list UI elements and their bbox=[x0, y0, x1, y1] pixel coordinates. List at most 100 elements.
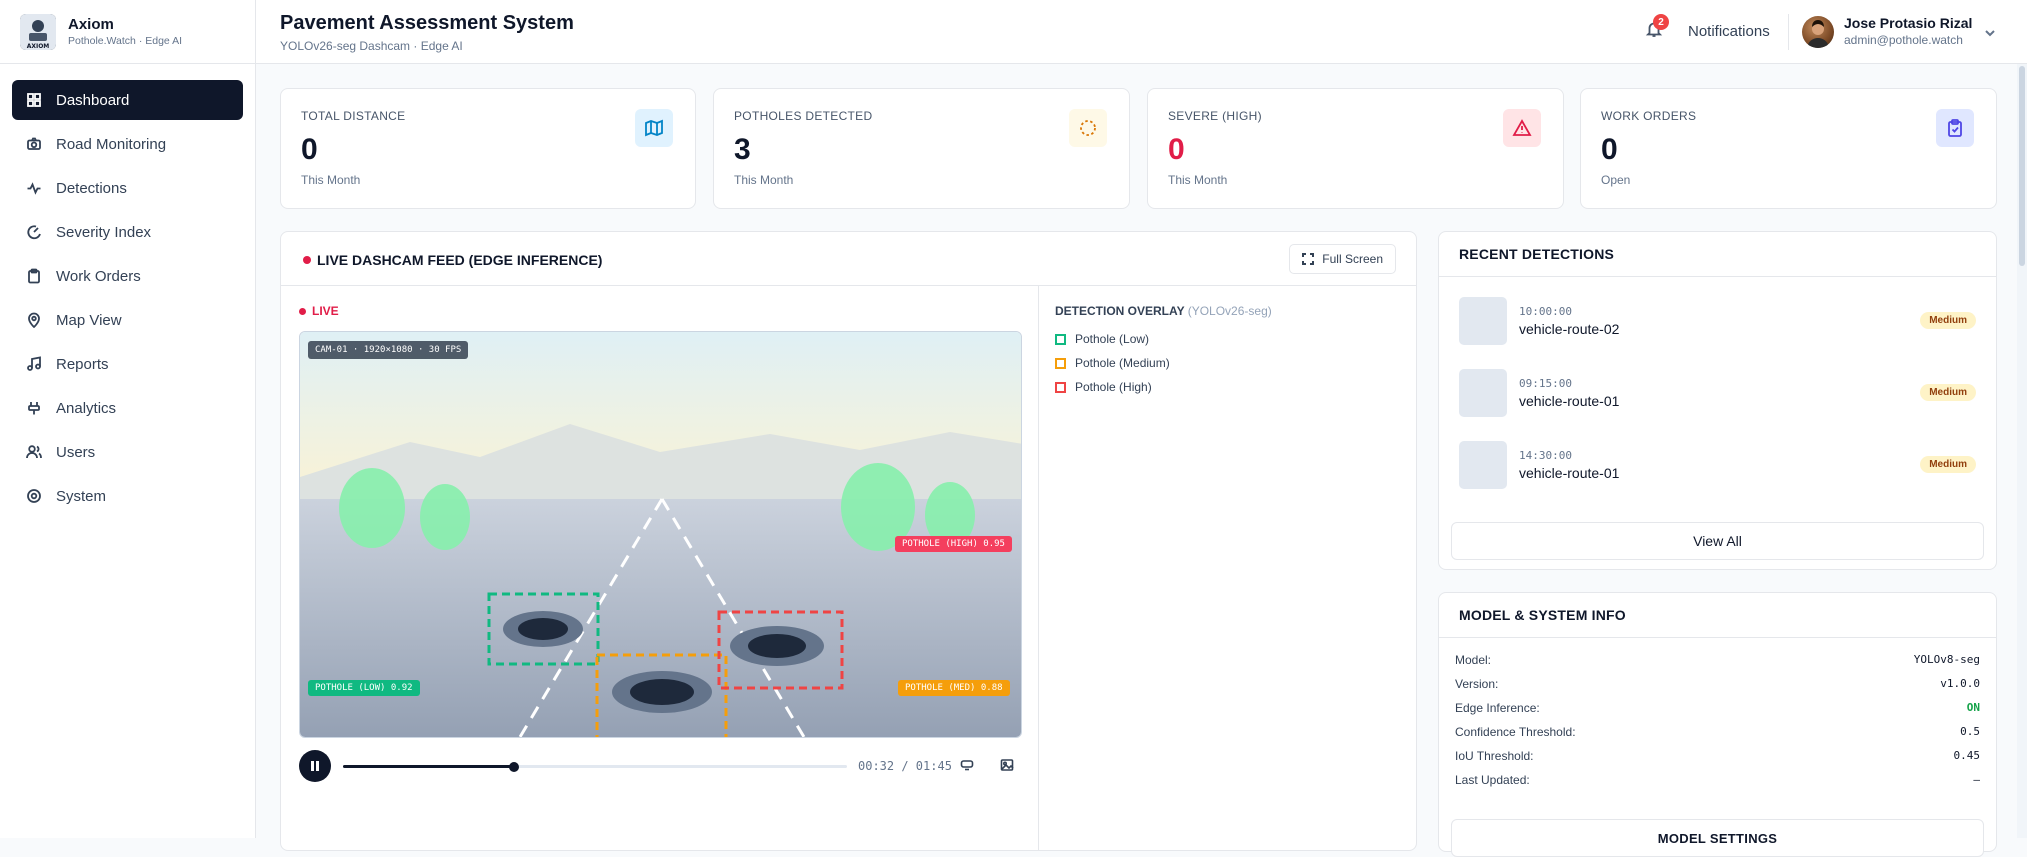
stat-card-potholes-detected: POTHOLES DETECTED 3 This Month bbox=[713, 88, 1130, 209]
legend-item-low[interactable]: Pothole (Low) bbox=[1055, 332, 1149, 346]
detection-thumbnail bbox=[1459, 297, 1507, 345]
brand-logo: AXIOM bbox=[20, 13, 56, 50]
users-icon bbox=[26, 444, 42, 460]
legend-swatch-low bbox=[1055, 333, 1066, 345]
sidebar-item-detections[interactable]: Detections bbox=[12, 168, 243, 208]
loader-dashed-circle-icon bbox=[1069, 109, 1107, 147]
list-item[interactable]: 09:15:00 vehicle-route-01 Medium bbox=[1459, 369, 1976, 417]
detection-label-high: POTHOLE (HIGH) 0.95 bbox=[895, 536, 1012, 552]
brand-logo-text: AXIOM bbox=[27, 43, 50, 50]
detection-label-low: POTHOLE (LOW) 0.92 bbox=[308, 680, 420, 696]
info-row-model: Model: YOLOv8-seg bbox=[1455, 653, 1980, 673]
detection-name: vehicle-route-01 bbox=[1519, 393, 1620, 409]
activity-icon bbox=[26, 180, 42, 196]
sidebar-item-label: Dashboard bbox=[56, 91, 130, 109]
grid-icon bbox=[26, 92, 42, 108]
detection-name: vehicle-route-02 bbox=[1519, 321, 1620, 337]
pause-button[interactable] bbox=[299, 750, 331, 782]
page-scrollbar[interactable] bbox=[2017, 64, 2027, 838]
info-value: v1.0.0 bbox=[1940, 677, 1980, 690]
info-key: Confidence Threshold: bbox=[1455, 725, 1576, 739]
legend-swatch-high bbox=[1055, 381, 1066, 393]
dashcam-video[interactable]: CAM-01 · 1920×1080 · 30 FPS POTHOLE (HIG… bbox=[299, 331, 1022, 738]
sidebar-item-label: Work Orders bbox=[56, 267, 141, 285]
sidebar-item-label: Reports bbox=[56, 355, 109, 373]
stat-card-work-orders: WORK ORDERS 0 Open bbox=[1580, 88, 1997, 209]
section-divider bbox=[1439, 276, 1996, 277]
info-key: Model: bbox=[1455, 653, 1492, 667]
chevron-down-icon[interactable] bbox=[1983, 26, 1997, 45]
info-value: 0.5 bbox=[1960, 725, 1980, 738]
video-timecode: 00:32 / 01:45 bbox=[858, 759, 952, 773]
legend-label: Pothole (Low) bbox=[1075, 332, 1150, 346]
legend-item-medium[interactable]: Pothole (Medium) bbox=[1055, 356, 1170, 370]
list-item[interactable]: 14:30:00 vehicle-route-01 Medium bbox=[1459, 441, 1976, 489]
detection-thumbnail bbox=[1459, 441, 1507, 489]
info-value: – bbox=[1973, 773, 1980, 786]
avatar[interactable] bbox=[1802, 16, 1834, 48]
detection-label-med: POTHOLE (MED) 0.88 bbox=[898, 680, 1010, 696]
legend-label: Pothole (High) bbox=[1075, 380, 1152, 394]
view-all-button[interactable]: View All bbox=[1451, 522, 1984, 560]
brand[interactable]: AXIOM Axiom Pothole.Watch · Edge AI bbox=[0, 0, 255, 64]
severity-badge: Medium bbox=[1920, 384, 1976, 401]
plug-icon bbox=[26, 400, 42, 416]
snapshot-image-icon[interactable] bbox=[1000, 758, 1016, 774]
info-row-iou-threshold: IoU Threshold: 0.45 bbox=[1455, 749, 1980, 769]
live-feed-header: LIVE DASHCAM FEED (EDGE INFERENCE) Full … bbox=[281, 232, 1416, 286]
model-settings-button[interactable]: MODEL SETTINGS bbox=[1451, 819, 1984, 857]
user-name[interactable]: Jose Protasio Rizal bbox=[1844, 15, 1972, 31]
sidebar-item-road-monitoring[interactable]: Road Monitoring bbox=[12, 124, 243, 164]
info-value: 0.45 bbox=[1953, 749, 1981, 762]
notification-count-badge: 2 bbox=[1653, 14, 1669, 30]
sidebar-item-system[interactable]: System bbox=[12, 476, 243, 516]
detection-overlay-model: (YOLOv26-seg) bbox=[1187, 304, 1272, 318]
pause-icon bbox=[311, 761, 319, 771]
scrollbar-thumb[interactable] bbox=[2019, 66, 2025, 266]
dashcam-scene bbox=[300, 332, 1021, 737]
sidebar-item-users[interactable]: Users bbox=[12, 432, 243, 472]
legend-item-high[interactable]: Pothole (High) bbox=[1055, 380, 1152, 394]
recording-dot-icon bbox=[303, 256, 311, 264]
info-key: IoU Threshold: bbox=[1455, 749, 1534, 763]
legend-swatch-medium bbox=[1055, 357, 1066, 369]
sidebar-item-work-orders[interactable]: Work Orders bbox=[12, 256, 243, 296]
sidebar-item-dashboard[interactable]: Dashboard bbox=[12, 80, 243, 120]
notifications-button[interactable]: Notifications bbox=[1688, 23, 1770, 40]
sidebar-item-label: Road Monitoring bbox=[56, 135, 167, 153]
live-feed-title: LIVE DASHCAM FEED (EDGE INFERENCE) bbox=[317, 252, 603, 268]
detection-name: vehicle-route-01 bbox=[1519, 465, 1620, 481]
gauge-icon bbox=[26, 224, 42, 240]
detection-thumbnail bbox=[1459, 369, 1507, 417]
full-screen-button[interactable]: Full Screen bbox=[1289, 244, 1396, 274]
stat-value: 0 bbox=[1168, 133, 1185, 166]
info-row-confidence-threshold: Confidence Threshold: 0.5 bbox=[1455, 725, 1980, 745]
info-row-edge-inference: Edge Inference: ON bbox=[1455, 701, 1980, 721]
legend-label: Pothole (Medium) bbox=[1075, 356, 1170, 370]
sidebar-item-label: Severity Index bbox=[56, 223, 152, 241]
stat-value: 0 bbox=[301, 133, 318, 166]
sidebar-item-map-view[interactable]: Map View bbox=[12, 300, 243, 340]
live-feed-card: LIVE DASHCAM FEED (EDGE INFERENCE) Full … bbox=[280, 231, 1417, 851]
screen-mode-icon[interactable] bbox=[960, 758, 976, 774]
stat-value: 3 bbox=[734, 133, 751, 166]
video-progress-handle[interactable] bbox=[509, 761, 520, 772]
sidebar-item-analytics[interactable]: Analytics bbox=[12, 388, 243, 428]
full-screen-label: Full Screen bbox=[1322, 252, 1383, 266]
model-system-info-card: MODEL & SYSTEM INFO Model: YOLOv8-seg Ve… bbox=[1438, 592, 1997, 857]
section-divider bbox=[1439, 637, 1996, 638]
sidebar-item-severity-index[interactable]: Severity Index bbox=[12, 212, 243, 252]
settings-icon bbox=[26, 488, 42, 504]
live-dot-icon bbox=[299, 308, 306, 315]
detection-overlay-title: DETECTION OVERLAY (YOLOv26-seg) bbox=[1055, 304, 1272, 318]
video-progress-track[interactable] bbox=[343, 761, 847, 772]
sidebar-item-reports[interactable]: Reports bbox=[12, 344, 243, 384]
stat-note: This Month bbox=[1168, 173, 1228, 187]
stat-card-total-distance: TOTAL DISTANCE 0 This Month bbox=[280, 88, 696, 209]
severity-badge: Medium bbox=[1920, 312, 1976, 329]
list-item[interactable]: 10:00:00 vehicle-route-02 Medium bbox=[1459, 297, 1976, 345]
map-icon bbox=[635, 109, 673, 147]
model-info-title: MODEL & SYSTEM INFO bbox=[1459, 607, 1626, 623]
expand-icon bbox=[1302, 253, 1315, 265]
stat-label: SEVERE (HIGH) bbox=[1168, 109, 1262, 123]
